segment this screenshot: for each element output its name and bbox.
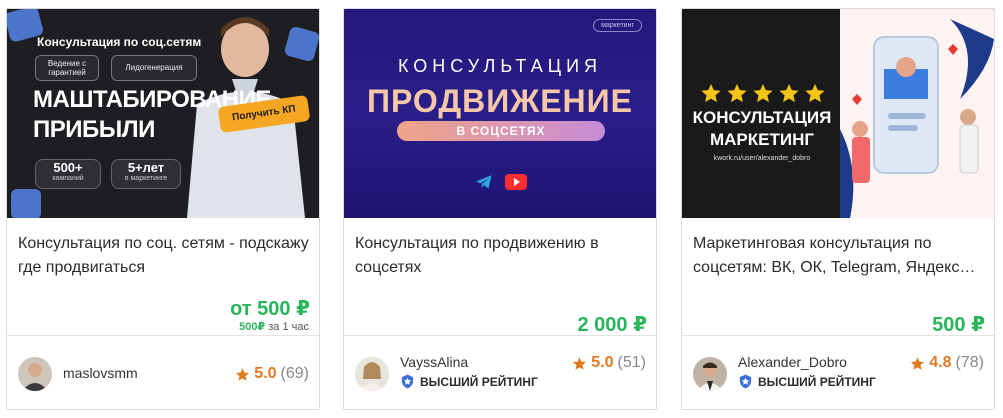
service-card[interactable]: КОНСУЛЬТАЦИЯ МАРКЕТИНГ kwork.ru/user/ale… xyxy=(681,8,995,410)
banner-tag: маркетинг xyxy=(593,19,642,32)
social-media-illustration xyxy=(840,19,994,218)
banner-stat: 5+лет в маркетинге xyxy=(111,159,181,189)
star-icon xyxy=(753,83,773,103)
star-icon xyxy=(236,367,250,381)
seller-rating: 5.0 (51) xyxy=(572,354,646,372)
banner-headline-line: МАРКЕТИНГ xyxy=(709,130,814,149)
card-price-per-hour: 500₽ за 1 час xyxy=(239,320,309,333)
telegram-icon xyxy=(476,175,492,189)
price-per-hour-unit: за 1 час xyxy=(268,321,309,333)
star-icon xyxy=(911,356,925,370)
banner-illustration-panel xyxy=(840,9,994,218)
badge-label: ВЫСШИЙ РЕЙТИНГ xyxy=(758,374,876,389)
rating-value: 4.8 xyxy=(929,354,952,371)
rating-value: 5.0 xyxy=(254,365,277,382)
banner-stat: 500+ кампаний xyxy=(35,159,101,189)
banner-headline: КОНСУЛЬТАЦИЯ МАРКЕТИНГ xyxy=(682,107,842,151)
youtube-icon xyxy=(505,174,527,190)
service-card-grid: Консультация по соц.сетям Ведение с гара… xyxy=(0,0,1003,418)
card-title-link[interactable]: Маркетинговая консультация по соцсетям: … xyxy=(693,232,985,280)
avatar-photo xyxy=(18,357,52,391)
banner-stars xyxy=(700,82,826,104)
price-per-hour-value: 500₽ xyxy=(239,321,266,333)
badge-label: ВЫСШИЙ РЕЙТИНГ xyxy=(420,374,538,389)
rating-value: 5.0 xyxy=(591,354,614,371)
card-price: от 500 ₽ xyxy=(230,298,310,320)
top-rating-badge: ВЫСШИЙ РЕЙТИНГ xyxy=(400,374,538,389)
banner-headline: ПРОДВИЖЕНИЕ xyxy=(366,83,633,119)
banner-subheadline: В СОЦСЕТЯХ xyxy=(397,121,605,141)
banner-stat-value: 500+ xyxy=(53,160,83,175)
banner-line: КОНСУЛЬТАЦИЯ xyxy=(398,56,602,76)
review-count: (69) xyxy=(280,365,309,382)
seller-info: Alexander_Dobro ВЫСШИЙ РЕЙТИНГ 4.8 (78) xyxy=(682,336,994,409)
banner-url: kwork.ru/user/alexander_dobro xyxy=(713,155,811,162)
card-banner-image[interactable]: Консультация по соц.сетям Ведение с гара… xyxy=(7,9,319,218)
seller-rating: 5.0 (69) xyxy=(235,365,309,383)
card-title-link[interactable]: Консультация по соц. сетям - подскажу гд… xyxy=(18,232,310,280)
seller-name-link[interactable]: VayssAlina xyxy=(400,354,468,370)
seller-info: VayssAlina ВЫСШИЙ РЕЙТИНГ 5.0 (51) xyxy=(344,336,656,409)
card-price: 2 000 ₽ xyxy=(577,314,647,336)
card-banner-image[interactable]: маркетинг КОНСУЛЬТАЦИЯ ПРОДВИЖЕНИЕ В СОЦ… xyxy=(344,9,656,218)
banner-stat-label: кампаний xyxy=(52,175,84,182)
top-rating-badge: ВЫСШИЙ РЕЙТИНГ xyxy=(738,374,876,389)
shield-star-icon xyxy=(401,374,414,389)
star-icon xyxy=(805,83,825,103)
card-title-link[interactable]: Консультация по продвижению в соцсетях xyxy=(355,232,647,280)
seller-avatar[interactable] xyxy=(355,357,389,391)
service-card[interactable]: Консультация по соц.сетям Ведение с гара… xyxy=(6,8,320,410)
card-body: Консультация по соц. сетям - подскажу гд… xyxy=(7,218,319,335)
banner-stat-value: 5+лет xyxy=(127,160,165,175)
star-icon xyxy=(779,83,799,103)
review-count: (51) xyxy=(617,354,646,371)
seller-avatar[interactable] xyxy=(693,357,727,391)
card-price: 500 ₽ xyxy=(932,314,985,336)
service-card[interactable]: маркетинг КОНСУЛЬТАЦИЯ ПРОДВИЖЕНИЕ В СОЦ… xyxy=(343,8,657,410)
review-count: (78) xyxy=(955,354,984,371)
avatar-photo xyxy=(355,357,389,391)
star-icon xyxy=(727,83,747,103)
card-banner-image[interactable]: КОНСУЛЬТАЦИЯ МАРКЕТИНГ kwork.ru/user/ale… xyxy=(682,9,994,218)
seller-info: maslovsmm 5.0 (69) xyxy=(7,336,319,409)
banner-stat-label: в маркетинге xyxy=(124,175,168,182)
star-icon xyxy=(573,356,587,370)
banner-small-title: Консультация по соц.сетям xyxy=(37,35,202,49)
banner-pill: Ведение с гарантией xyxy=(35,55,99,81)
card-body: Маркетинговая консультация по соцсетям: … xyxy=(682,218,994,336)
seller-name-link[interactable]: Alexander_Dobro xyxy=(738,354,847,370)
star-icon xyxy=(701,83,721,103)
shield-star-icon xyxy=(739,374,752,389)
seller-name-link[interactable]: maslovsmm xyxy=(63,365,138,381)
avatar-photo xyxy=(693,357,727,391)
banner-pill: Лидогенерация xyxy=(111,55,197,81)
banner-headline-line: КОНСУЛЬТАЦИЯ xyxy=(692,108,832,127)
card-body: Консультация по продвижению в соцсетях 2… xyxy=(344,218,656,336)
seller-rating: 4.8 (78) xyxy=(910,354,984,372)
seller-avatar[interactable] xyxy=(18,357,52,391)
